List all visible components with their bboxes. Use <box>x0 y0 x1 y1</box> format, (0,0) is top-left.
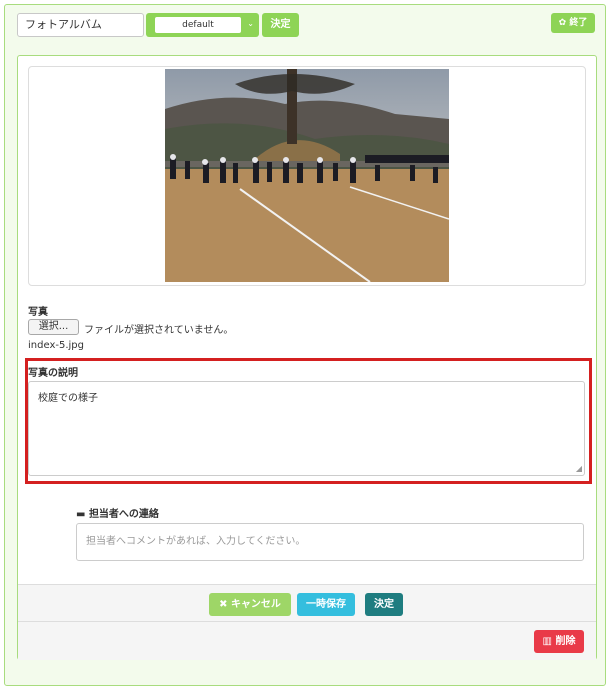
album-select-value: default <box>155 17 241 33</box>
trash-icon: ▥ <box>542 636 552 647</box>
album-decide-button[interactable]: 決定 <box>262 13 299 37</box>
end-button[interactable]: ✿ 終了 <box>551 13 595 33</box>
photo-label: 写真 <box>28 307 48 318</box>
album-name-input[interactable]: フォトアルバム <box>17 13 144 37</box>
delete-button[interactable]: ▥ 削除 <box>534 630 584 653</box>
album-select[interactable]: default ⌄ <box>146 13 259 37</box>
contact-label-text: 担当者への連絡 <box>88 509 159 520</box>
edit-panel: 写真 選択... ファイルが選択されていません。 index-5.jpg 写真の… <box>17 55 597 660</box>
action-bar: ✖ キャンセル 一時保存 決定 <box>18 584 596 622</box>
contact-label: ▬ 担当者への連絡 <box>76 505 159 520</box>
close-icon: ✖ <box>219 599 228 610</box>
photo-preview-box <box>28 66 586 286</box>
description-value: 校庭での様子 <box>38 393 98 404</box>
gear-icon: ✿ <box>558 18 567 28</box>
current-file-name: index-5.jpg <box>28 340 84 351</box>
cancel-button-label: キャンセル <box>230 599 281 610</box>
top-toolbar: フォトアルバム default ⌄ 決定 ✿ 終了 <box>5 5 605 45</box>
description-textarea[interactable]: 校庭での様子 ◢ <box>28 381 585 476</box>
chevron-down-icon: ⌄ <box>247 19 254 28</box>
delete-button-label: 削除 <box>555 636 576 647</box>
photo-preview <box>165 69 449 282</box>
contact-textarea[interactable]: 担当者へコメントがあれば、入力してください。 <box>76 523 584 561</box>
end-button-label: 終了 <box>569 18 588 28</box>
delete-bar: ▥ 削除 <box>18 622 596 660</box>
file-select-button[interactable]: 選択... <box>28 319 79 335</box>
description-label: 写真の説明 <box>28 368 78 379</box>
decide-button[interactable]: 決定 <box>365 593 403 616</box>
save-draft-button[interactable]: 一時保存 <box>297 593 355 616</box>
resize-grip-icon[interactable]: ◢ <box>576 465 582 473</box>
comment-icon: ▬ <box>76 509 86 520</box>
page-frame: フォトアルバム default ⌄ 決定 ✿ 終了 写真 選択... ファイルが… <box>4 4 606 686</box>
file-status-text: ファイルが選択されていません。 <box>84 325 234 336</box>
cancel-button[interactable]: ✖ キャンセル <box>209 593 291 616</box>
